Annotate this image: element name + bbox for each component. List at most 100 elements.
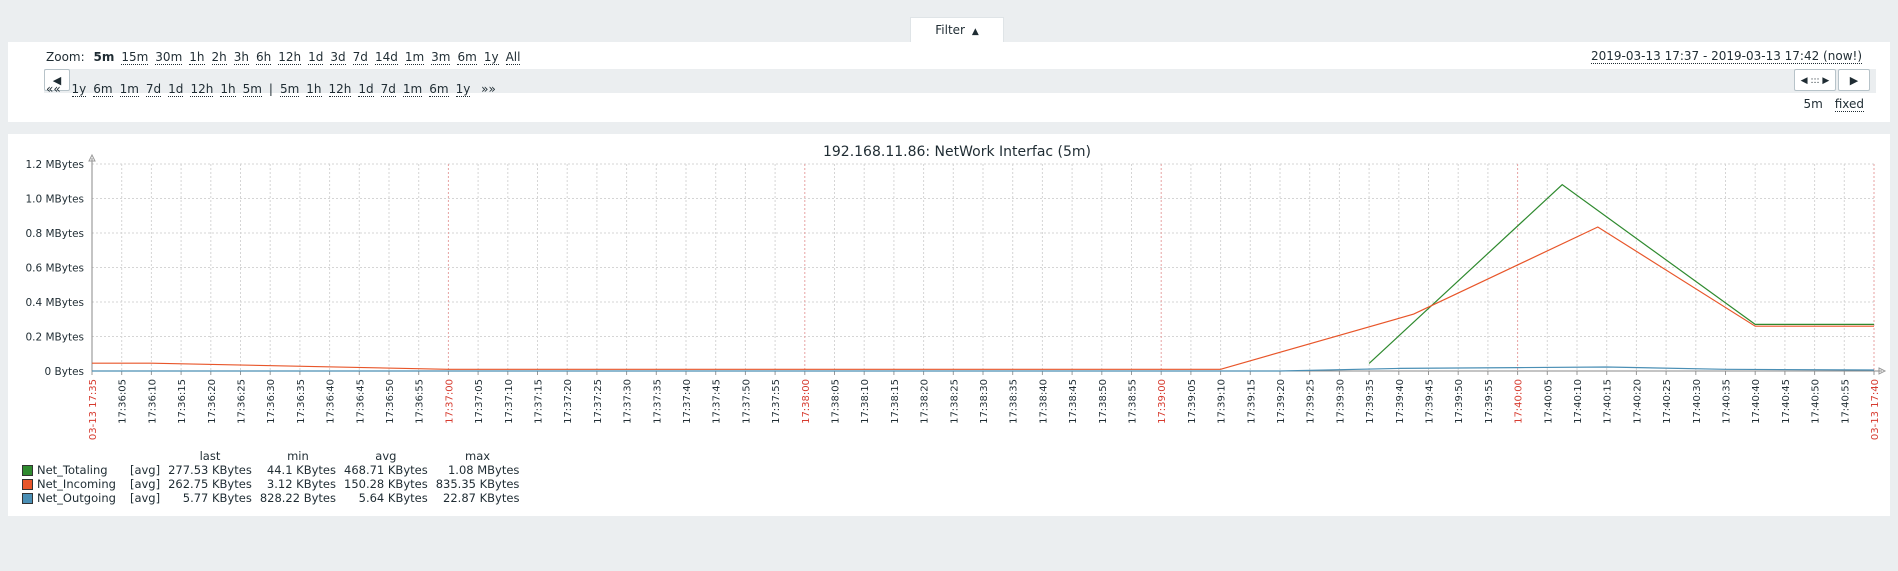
zoom-option-14d[interactable]: 14d bbox=[374, 50, 398, 65]
scroll-right-button[interactable]: ▶ bbox=[1838, 69, 1870, 91]
nav-forward-12h[interactable]: 12h bbox=[328, 82, 352, 97]
nav-forward-5m[interactable]: 5m bbox=[279, 82, 300, 97]
period-label: 5m bbox=[1803, 97, 1823, 111]
zoom-option-all[interactable]: All bbox=[505, 50, 521, 65]
x-tick-label: 17:39:05 bbox=[1187, 379, 1198, 424]
x-tick-label: 17:37:10 bbox=[504, 379, 515, 424]
x-tick-label: 17:36:25 bbox=[237, 379, 248, 424]
legend-avg: 468.71 KBytes bbox=[344, 463, 428, 477]
fixed-area: 5m fixed bbox=[1803, 97, 1864, 112]
zoom-option-6m[interactable]: 6m bbox=[457, 50, 477, 65]
legend-func: [avg] bbox=[129, 477, 161, 491]
legend-last: 277.53 KBytes bbox=[168, 463, 252, 477]
x-tick-label: 17:39:40 bbox=[1395, 379, 1406, 424]
zoom-option-3d[interactable]: 3d bbox=[330, 50, 346, 65]
x-tick-label: 17:37:20 bbox=[563, 379, 574, 424]
nav-forward-1m[interactable]: 1m bbox=[402, 82, 423, 97]
x-tick-label: 17:38:30 bbox=[979, 379, 990, 424]
y-tick-label: 0.4 MBytes bbox=[25, 297, 84, 309]
zoom-option-30m[interactable]: 30m bbox=[155, 50, 183, 65]
zoom-option-7d[interactable]: 7d bbox=[352, 50, 368, 65]
legend-min: 828.22 Bytes bbox=[259, 491, 336, 505]
x-tick-label: 17:38:25 bbox=[949, 379, 960, 424]
y-tick-label: 0 Bytes bbox=[45, 366, 84, 378]
legend-swatch bbox=[22, 493, 33, 504]
nav-forward-1y[interactable]: 1y bbox=[455, 82, 471, 97]
x-tick-label: 17:37:25 bbox=[593, 379, 604, 424]
legend-max: 1.08 MBytes bbox=[447, 463, 520, 477]
nav-back-1d[interactable]: 1d bbox=[168, 82, 184, 97]
x-tick-label: 17:36:50 bbox=[385, 379, 396, 424]
zoom-option-12h[interactable]: 12h bbox=[278, 50, 302, 65]
nav-back-max[interactable]: «« bbox=[46, 82, 65, 96]
zoom-option-3m[interactable]: 3m bbox=[431, 50, 451, 65]
x-tick-label: 17:40:40 bbox=[1751, 379, 1762, 424]
zoom-option-2h[interactable]: 2h bbox=[211, 50, 227, 65]
scroll-handle[interactable]: ◀ ::: ▶ bbox=[1794, 69, 1836, 91]
x-tick-label: 17:39:55 bbox=[1484, 379, 1495, 424]
nav-back-1h[interactable]: 1h bbox=[220, 82, 236, 97]
graph: 192.168.11.86: NetWork Interfac (5m) 0 B… bbox=[25, 144, 1887, 440]
x-tick-label: 17:37:05 bbox=[474, 379, 485, 424]
legend-func: [avg] bbox=[129, 463, 161, 477]
legend-max: 835.35 KBytes bbox=[435, 477, 520, 491]
legend-series-name: Net_Incoming bbox=[37, 477, 116, 491]
x-tick-label: 17:40:35 bbox=[1722, 379, 1733, 424]
nav-back-7d[interactable]: 7d bbox=[145, 82, 162, 97]
x-tick-label: 17:40:25 bbox=[1662, 379, 1673, 424]
x-tick-label: 17:39:25 bbox=[1306, 379, 1317, 424]
period-range: 2019-03-13 17:37 - 2019-03-13 17:42 (now… bbox=[1591, 49, 1862, 64]
legend-min: 44.1 KBytes bbox=[266, 463, 336, 477]
period-range-link[interactable]: 2019-03-13 17:37 - 2019-03-13 17:42 (now… bbox=[1591, 49, 1862, 64]
nav-forward-1h[interactable]: 1h bbox=[306, 82, 322, 97]
filter-tab[interactable]: Filter ▲ bbox=[910, 17, 1004, 43]
x-tick-label: 17:37:55 bbox=[771, 379, 782, 424]
x-tick-label: 17:39:50 bbox=[1454, 379, 1465, 424]
legend-swatch bbox=[22, 465, 33, 476]
nav-forward-7d[interactable]: 7d bbox=[380, 82, 396, 97]
zoom-option-15m[interactable]: 15m bbox=[121, 50, 149, 65]
x-tick-label: 17:40:30 bbox=[1692, 379, 1703, 424]
y-tick-label: 0.8 MBytes bbox=[25, 228, 84, 240]
zoom-option-1y[interactable]: 1y bbox=[483, 50, 499, 65]
graph-title: 192.168.11.86: NetWork Interfac (5m) bbox=[823, 144, 1091, 160]
zoom-option-3h[interactable]: 3h bbox=[233, 50, 250, 65]
nav-back-1m[interactable]: 1m bbox=[119, 82, 139, 97]
nav-forward-1d[interactable]: 1d bbox=[358, 82, 374, 97]
x-tick-label: 17:39:35 bbox=[1365, 379, 1376, 424]
x-tick-label: 17:38:10 bbox=[860, 379, 871, 424]
nav-forward-6m[interactable]: 6m bbox=[429, 82, 449, 97]
legend-header-max: max bbox=[465, 449, 491, 463]
x-tick-label: 03-13 17:40 bbox=[1870, 379, 1881, 440]
x-tick-label: 17:36:10 bbox=[147, 379, 158, 424]
nav-back-5m[interactable]: 5m bbox=[242, 82, 262, 97]
drag-handle-icon: ◀ ::: ▶ bbox=[1800, 76, 1830, 86]
x-tick-label: 17:36:15 bbox=[177, 379, 188, 424]
legend-swatch bbox=[22, 479, 33, 490]
x-tick-label: 17:38:55 bbox=[1128, 379, 1139, 424]
zoom-option-6h[interactable]: 6h bbox=[256, 50, 272, 65]
legend-avg: 150.28 KBytes bbox=[344, 477, 428, 491]
legend-header-last: last bbox=[199, 449, 221, 463]
graph-legend: last min avg max Net_Totaling [avg] 277.… bbox=[18, 449, 523, 505]
nav-back-6m[interactable]: 6m bbox=[93, 82, 113, 97]
x-tick-label: 17:37:30 bbox=[623, 379, 634, 424]
x-tick-label: 17:36:35 bbox=[296, 379, 307, 424]
zoom-option-1h[interactable]: 1h bbox=[189, 50, 205, 65]
fixed-toggle[interactable]: fixed bbox=[1834, 97, 1864, 112]
zoom-option-1m[interactable]: 1m bbox=[404, 50, 425, 65]
legend-series-name: Net_Outgoing bbox=[37, 491, 116, 505]
legend-avg: 5.64 KBytes bbox=[358, 491, 428, 505]
x-tick-label: 17:39:20 bbox=[1276, 379, 1287, 424]
period-nav-row: «« 1y 6m 1m 7d 1d 12h 1h 5m | 5m 1h 12h 1d 7d 1m 6m 1y »… bbox=[46, 82, 503, 97]
nav-forward-max[interactable]: »» bbox=[477, 82, 496, 96]
x-tick-label: 17:36:45 bbox=[355, 379, 366, 424]
nav-back-1y[interactable]: 1y bbox=[71, 82, 87, 97]
nav-back-12h[interactable]: 12h bbox=[190, 82, 214, 97]
legend-last: 5.77 KBytes bbox=[182, 491, 252, 505]
zoom-option-5m[interactable]: 5m bbox=[93, 50, 114, 64]
x-tick-label: 17:38:05 bbox=[831, 379, 842, 424]
zoom-option-1d[interactable]: 1d bbox=[308, 50, 324, 65]
x-tick-label: 17:39:10 bbox=[1217, 379, 1228, 424]
x-tick-label: 17:40:20 bbox=[1632, 379, 1643, 424]
